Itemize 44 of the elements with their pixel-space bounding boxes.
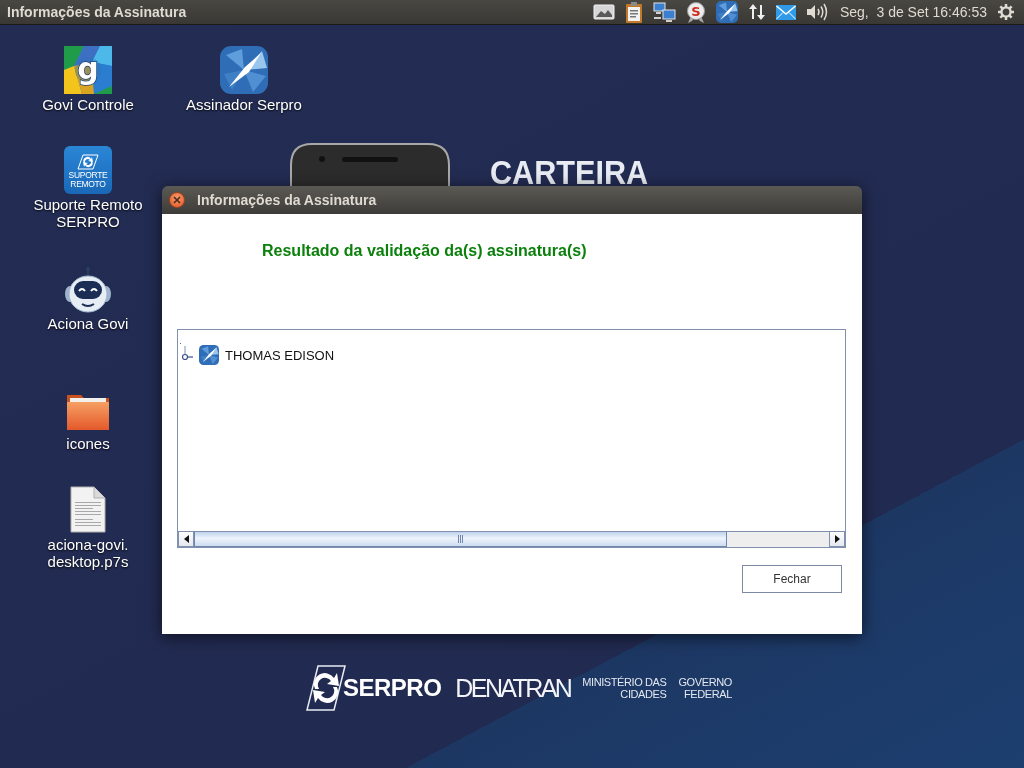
window-title: Informações da Assinatura [7,4,187,20]
wallpaper-headline: CARTEIRA [490,158,649,186]
logo-text: GOVERNO [678,676,732,688]
icon-label[interactable]: Assinador Serpro [186,96,302,113]
close-dialog-button[interactable]: Fechar [742,565,842,593]
logo-text: MINISTÉRIO DAS [582,676,667,688]
mail-icon[interactable] [775,4,796,20]
caret-right-icon [834,535,840,543]
robot-icon[interactable] [64,265,112,313]
app-tile[interactable]: SUPORTE REMOTO [64,146,112,194]
compass-icon[interactable] [715,1,738,23]
logo-text: FEDERAL [683,688,732,700]
result-heading: Resultado da validação da(s) assinatura(s) [262,241,587,261]
logo-text: SERPRO [343,674,442,702]
tile-text: SUPORTE REMOTO [67,171,109,188]
swirl-emblem-icon [306,665,346,711]
transfer-arrows-icon[interactable] [747,3,766,21]
compass-icon [199,345,219,365]
award-badge-icon[interactable]: S [685,1,706,23]
clock[interactable]: Seg, 3 de Set 16:46:53 [839,4,987,20]
image-icon[interactable] [592,3,615,21]
logo-text: CIDADES [620,688,667,700]
horizontal-scrollbar[interactable] [178,531,845,547]
logo-text: DENATRAN [455,673,571,703]
compass-icon[interactable] [220,46,268,94]
tree-item[interactable]: THOMAS EDISON [225,347,335,363]
icon-label[interactable]: icones [66,435,110,452]
close-button[interactable] [169,192,185,208]
caret-left-icon [183,535,189,543]
volume-icon[interactable] [805,3,828,21]
icon-label[interactable]: Govi Controle [42,96,134,113]
scroll-thumb[interactable] [194,532,727,547]
scroll-left-button[interactable] [178,532,194,547]
close-icon [173,196,181,204]
icon-label[interactable]: Aciona Govi [47,315,129,332]
grip-icon [458,535,463,543]
network-icon[interactable] [652,2,676,22]
dialog-title: Informações da Assinatura [197,192,377,208]
icon-label[interactable]: aciona-govi.desktop.p7s [26,536,150,570]
clipboard-icon[interactable] [624,1,643,23]
icon-label[interactable]: Suporte Remoto SERPRO [26,196,150,230]
settings-icon[interactable] [998,4,1014,20]
scroll-right-button[interactable] [829,532,845,547]
swirl-icon [77,154,99,170]
